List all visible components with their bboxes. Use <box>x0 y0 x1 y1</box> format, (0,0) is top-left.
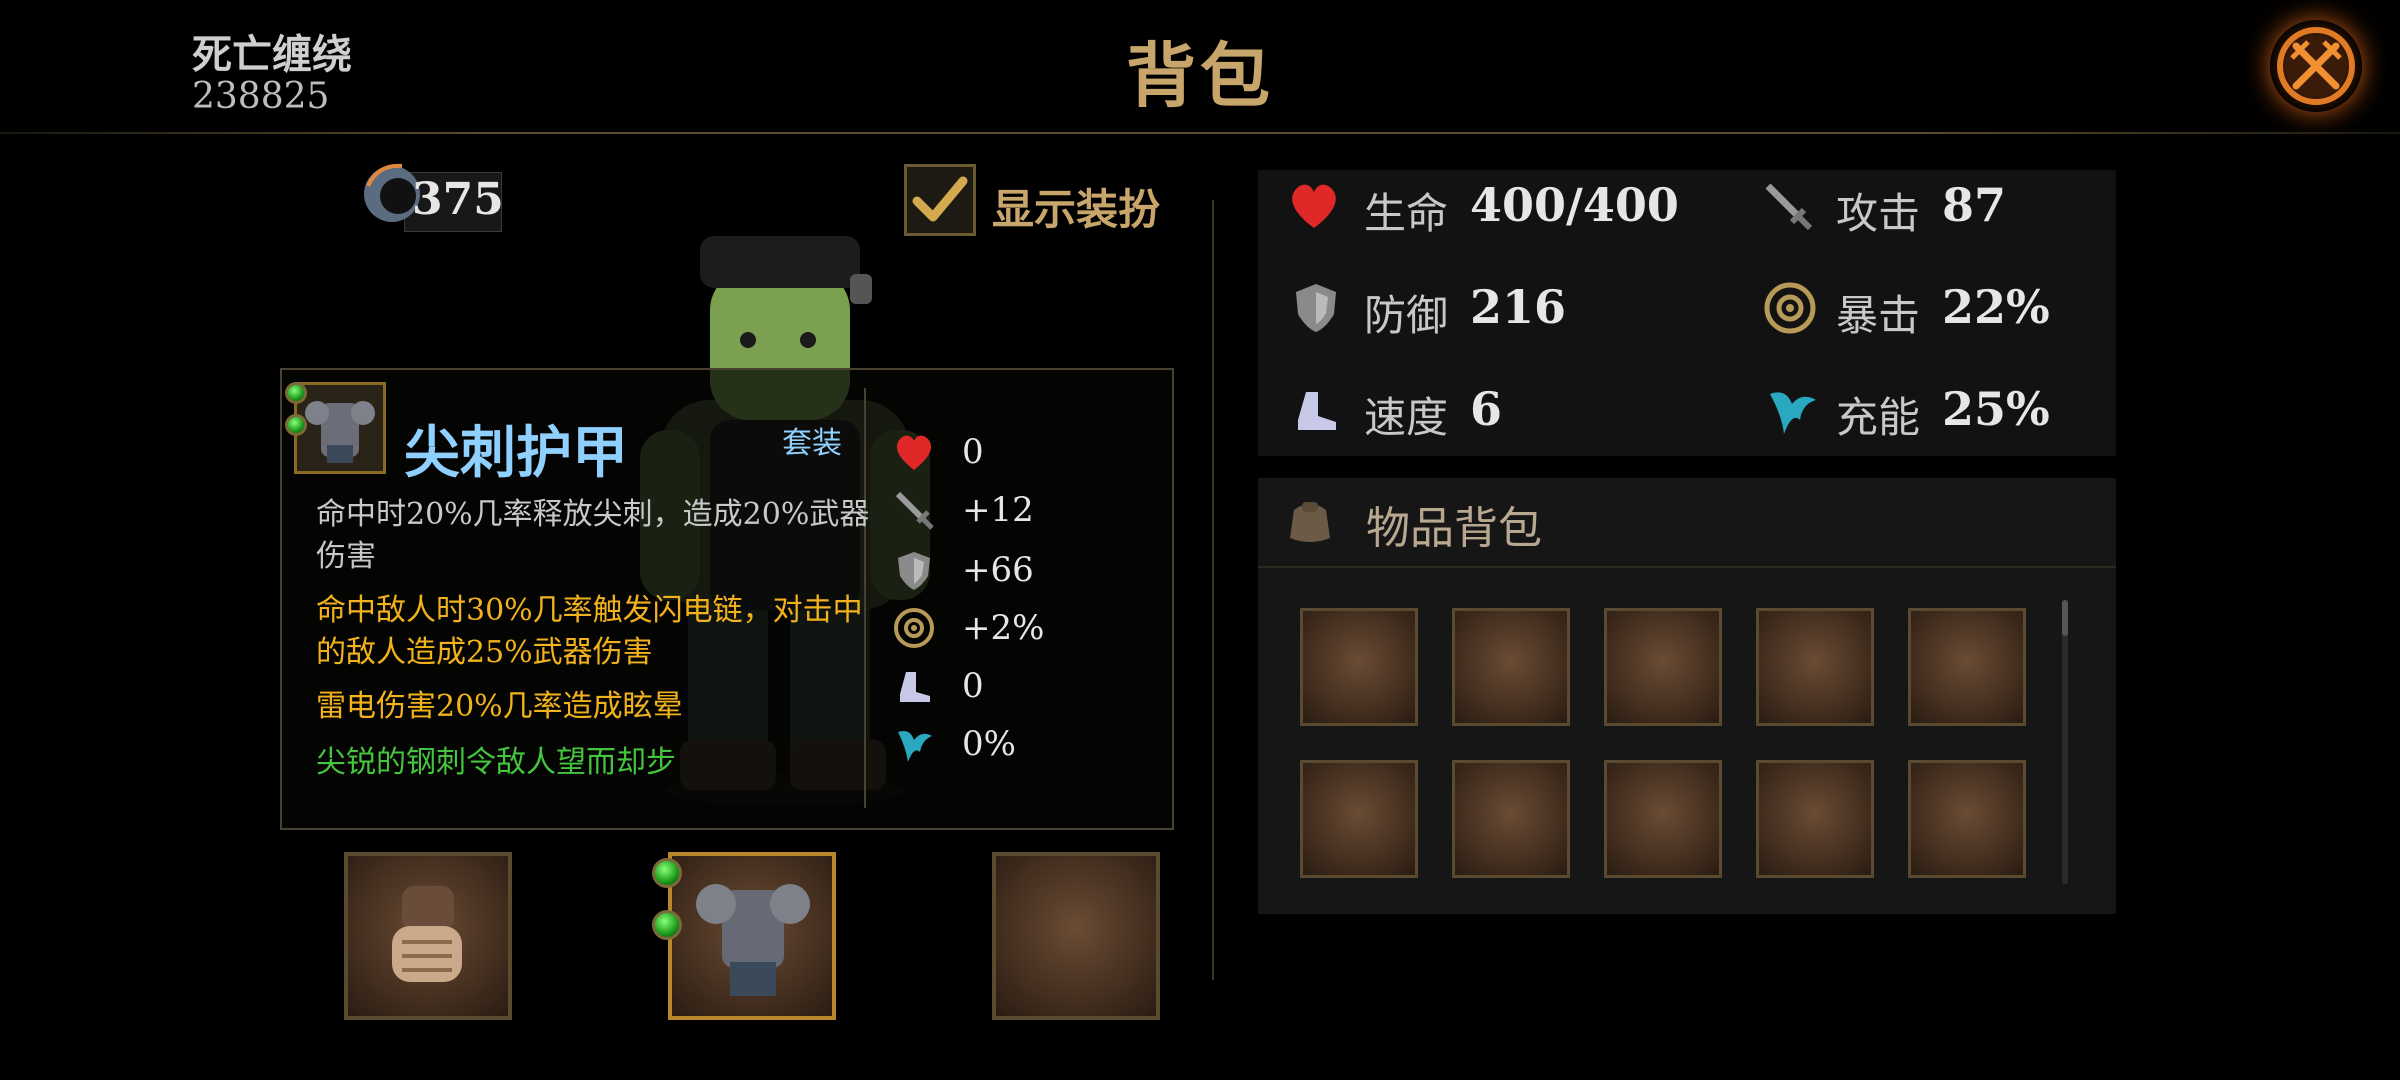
item-set-tag: 套装 <box>782 426 842 461</box>
stat-label-attack: 攻击 <box>1836 189 1921 238</box>
currency-value: 375 <box>412 174 504 225</box>
boot-icon <box>1298 392 1336 430</box>
header-divider <box>0 132 2400 134</box>
sword-icon <box>895 491 934 530</box>
shield-icon <box>1296 284 1336 332</box>
inventory-slot[interactable] <box>1604 760 1722 878</box>
gem-socket <box>285 382 307 404</box>
inventory-slot[interactable] <box>1452 760 1570 878</box>
shield-icon <box>898 552 930 590</box>
inventory-scrollbar[interactable] <box>2062 600 2068 884</box>
item-effect-text: 雷电伤害20%几率造成眩晕 <box>316 689 683 724</box>
inventory-slot[interactable] <box>1908 608 2026 726</box>
crit-target-icon <box>1764 282 1816 334</box>
crossed-swords-close-icon <box>2277 27 2355 105</box>
equip-slot-armor[interactable] <box>668 852 836 1020</box>
inventory-header-divider <box>1258 566 2116 568</box>
show-outfit-checkbox[interactable] <box>904 164 976 236</box>
stat-value-attack: 87 <box>1942 178 2007 232</box>
checkmark-icon <box>912 176 968 222</box>
close-button[interactable] <box>2270 20 2362 112</box>
crit-target-icon <box>894 608 934 648</box>
stat-label-speed: 速度 <box>1364 393 1449 442</box>
inventory-slot[interactable] <box>1756 608 1874 726</box>
item-name: 尖刺护甲 <box>404 420 628 486</box>
sword-icon <box>1765 183 1813 231</box>
inventory-title: 物品背包 <box>1366 503 1542 554</box>
tooltip-stat-value: +66 <box>962 550 1034 590</box>
stat-value-hp: 400/400 <box>1470 178 1679 232</box>
gem-socket <box>285 414 307 436</box>
energy-swirl-icon <box>1770 392 1816 434</box>
show-outfit-label[interactable]: 显示装扮 <box>992 176 1160 237</box>
bag-icon <box>1290 502 1330 542</box>
stat-label-crit: 暴击 <box>1836 291 1921 340</box>
gem-socket <box>652 858 682 888</box>
heart-icon <box>1292 184 1336 228</box>
item-effect-text: 命中时20%几率释放尖刺，造成20%武器伤害 <box>316 497 870 574</box>
item-icon <box>294 382 386 474</box>
inventory-slot[interactable] <box>1452 608 1570 726</box>
equip-slot-gloves[interactable] <box>344 852 512 1020</box>
heart-icon <box>896 435 932 470</box>
inventory-slot[interactable] <box>1300 760 1418 878</box>
panel-divider <box>1212 200 1214 980</box>
spiked-armor-icon <box>696 884 810 996</box>
stat-value-speed: 6 <box>1470 382 1503 436</box>
stat-label-charge: 充能 <box>1836 393 1921 442</box>
stat-label-hp: 生命 <box>1364 189 1449 238</box>
gloves-icon <box>392 886 462 982</box>
energy-swirl-icon <box>898 731 932 762</box>
stat-label-defense: 防御 <box>1364 291 1449 340</box>
inventory-scrollbar-thumb[interactable] <box>2062 600 2068 636</box>
tooltip-stat-value: +2% <box>962 608 1045 648</box>
inventory-slot[interactable] <box>1908 760 2026 878</box>
page-title: 背包 <box>1126 34 1274 117</box>
stat-value-crit: 22% <box>1942 280 2050 334</box>
inventory-slot[interactable] <box>1300 608 1418 726</box>
equip-slot-empty[interactable] <box>992 852 1160 1020</box>
item-flavor-text: 尖锐的钢刺令敌人望而却步 <box>316 745 676 780</box>
stat-value-defense: 216 <box>1470 280 1567 334</box>
spiked-armor-icon <box>305 401 375 463</box>
inventory-slot[interactable] <box>1604 608 1722 726</box>
inventory-slot[interactable] <box>1756 760 1874 878</box>
boot-icon <box>900 672 930 702</box>
gem-socket <box>652 910 682 940</box>
tooltip-stat-value: 0% <box>962 724 1016 764</box>
item-effect-text: 命中敌人时30%几率触发闪电链，对击中的敌人造成25%武器伤害 <box>316 593 863 670</box>
tooltip-stat-value: 0 <box>962 666 984 706</box>
tooltip-stat-value: +12 <box>962 490 1034 530</box>
stat-value-charge: 25% <box>1942 382 2050 436</box>
tooltip-stat-value: 0 <box>962 432 984 472</box>
